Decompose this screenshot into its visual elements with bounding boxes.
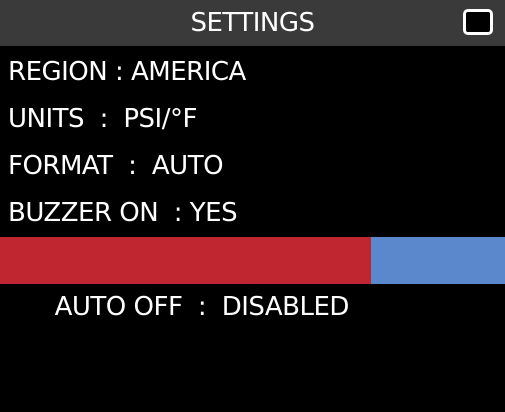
menu-item-format[interactable]: FORMAT : AUTO <box>0 143 505 190</box>
menu-item-units[interactable]: UNITS : PSI/°F <box>0 96 505 143</box>
settings-menu: REGION : AMERICA UNITS : PSI/°F FORMAT :… <box>0 49 505 322</box>
selection-accent <box>371 237 505 284</box>
battery-outline <box>463 9 493 35</box>
menu-item-auto-off-label: AUTO OFF : DISABLED <box>54 292 350 322</box>
device-screen: SETTINGS REGION : AMERICA UNITS : PSI/°F… <box>0 0 505 412</box>
battery-icon <box>463 9 493 35</box>
page-title: SETTINGS <box>190 8 315 38</box>
menu-item-buzzer[interactable]: BUZZER ON : YES <box>0 190 505 237</box>
menu-item-region[interactable]: REGION : AMERICA <box>0 49 505 96</box>
menu-item-auto-off[interactable]: AUTO OFF : DISABLED <box>0 237 505 322</box>
title-bar: SETTINGS <box>0 0 505 46</box>
